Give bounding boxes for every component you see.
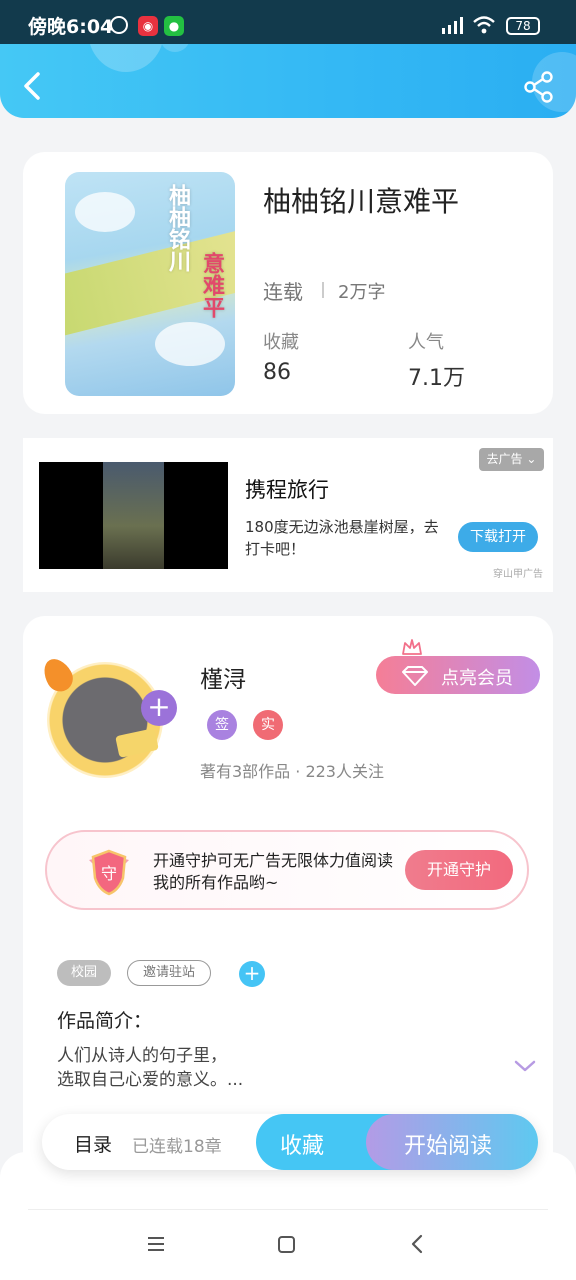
shield-icon: 守 xyxy=(89,849,129,896)
vip-label: 点亮会员 xyxy=(441,668,513,689)
wechat-icon: ● xyxy=(164,16,184,36)
author-meta: 著有3部作品 · 223人关注 xyxy=(200,762,384,781)
header: 傍晚6:04 ◉ ● 78 xyxy=(0,0,576,118)
ad-source: 穿山甲广告 xyxy=(493,569,543,580)
stat-label-popularity: 人气 xyxy=(408,332,444,353)
menu-icon[interactable] xyxy=(147,1236,165,1252)
verified-badge: 实 xyxy=(253,710,283,740)
book-cover[interactable]: 柚柚铭川 意难平 xyxy=(65,172,235,396)
bottom-sheet xyxy=(0,1152,576,1280)
ad-video-frame xyxy=(103,462,164,569)
alarm-icon xyxy=(110,16,128,34)
start-reading-button[interactable]: 开始阅读 xyxy=(366,1114,538,1170)
open-guard-button[interactable]: 开通守护 xyxy=(405,850,513,890)
share-icon[interactable] xyxy=(522,70,556,104)
stat-label-collect: 收藏 xyxy=(263,332,299,353)
cover-title-text: 柚柚铭川 xyxy=(165,184,190,272)
ad-description: 180度无边泳池悬崖树屋，去打卡吧！ xyxy=(245,518,439,558)
battery-icon: 78 xyxy=(506,17,540,35)
start-reading-label: 开始阅读 xyxy=(404,1134,493,1159)
status-bar: 傍晚6:04 ◉ ● 78 xyxy=(0,0,576,44)
book-status: 连载 xyxy=(263,280,303,304)
divider xyxy=(322,282,324,298)
action-bar: 目录 已连载18章 收藏 开始阅读 xyxy=(42,1114,538,1170)
book-info-card: 柚柚铭川 意难平 柚柚铭川意难平 连载 2万字 收藏 86 人气 7.1万 xyxy=(23,152,553,414)
back-icon[interactable] xyxy=(410,1234,424,1254)
author-name[interactable]: 槿浔 xyxy=(200,660,246,694)
cover-cloud xyxy=(75,192,135,232)
diamond-icon xyxy=(402,666,428,686)
book-title: 柚柚铭川意难平 xyxy=(263,185,460,218)
follow-button[interactable]: + xyxy=(141,690,177,726)
stat-value-collect: 86 xyxy=(263,360,291,385)
ad-download-button[interactable]: 下载打开 xyxy=(458,522,538,552)
ad-card[interactable]: 去广告 ⌄ 携程旅行 180度无边泳池悬崖树屋，去打卡吧！ 下载打开 穿山甲广告 xyxy=(23,438,553,592)
divider xyxy=(28,1209,548,1210)
crown-icon xyxy=(402,639,422,655)
guard-banner[interactable]: 守 开通守护可无广告无限体力值阅读我的所有作品哟~ 开通守护 xyxy=(45,830,529,910)
toc-button[interactable]: 目录 xyxy=(74,1130,112,1157)
invite-station-button[interactable]: 邀请驻站 xyxy=(127,960,211,986)
cover-cloud xyxy=(155,322,225,366)
ad-title: 携程旅行 xyxy=(245,478,329,502)
chapter-count: 已连载18章 xyxy=(132,1137,222,1157)
netease-music-icon: ◉ xyxy=(138,16,158,36)
wifi-icon xyxy=(473,16,495,34)
stat-value-popularity: 7.1万 xyxy=(408,366,465,391)
add-tag-button[interactable]: + xyxy=(239,961,265,987)
avatar[interactable]: + xyxy=(37,652,187,787)
home-icon[interactable] xyxy=(278,1236,295,1253)
signal-icon xyxy=(442,17,463,34)
tag-campus[interactable]: 校园 xyxy=(57,960,111,986)
intro-heading: 作品简介： xyxy=(57,1010,153,1032)
intro-text: 人们从诗人的句子里， 选取自己心爱的意义。... xyxy=(57,1046,244,1090)
cover-title-text: 意难平 xyxy=(199,252,224,318)
ad-video[interactable] xyxy=(39,462,228,569)
collect-label: 收藏 xyxy=(280,1134,325,1159)
guard-text: 开通守护可无广告无限体力值阅读我的所有作品哟~ xyxy=(153,851,394,892)
signed-badge: 签 xyxy=(207,710,237,740)
shield-char: 守 xyxy=(101,864,117,883)
book-word-count: 2万字 xyxy=(338,282,386,303)
remove-ad-label: 去广告 xyxy=(486,452,523,466)
chevron-down-icon[interactable] xyxy=(513,1058,537,1074)
author-card: + 槿浔 签 实 著有3部作品 · 223人关注 点亮会员 守 开通守护可无广告… xyxy=(23,616,553,1176)
status-time: 傍晚6:04 xyxy=(28,16,114,38)
remove-ad-button[interactable]: 去广告 ⌄ xyxy=(479,448,544,471)
back-button[interactable] xyxy=(18,68,46,104)
